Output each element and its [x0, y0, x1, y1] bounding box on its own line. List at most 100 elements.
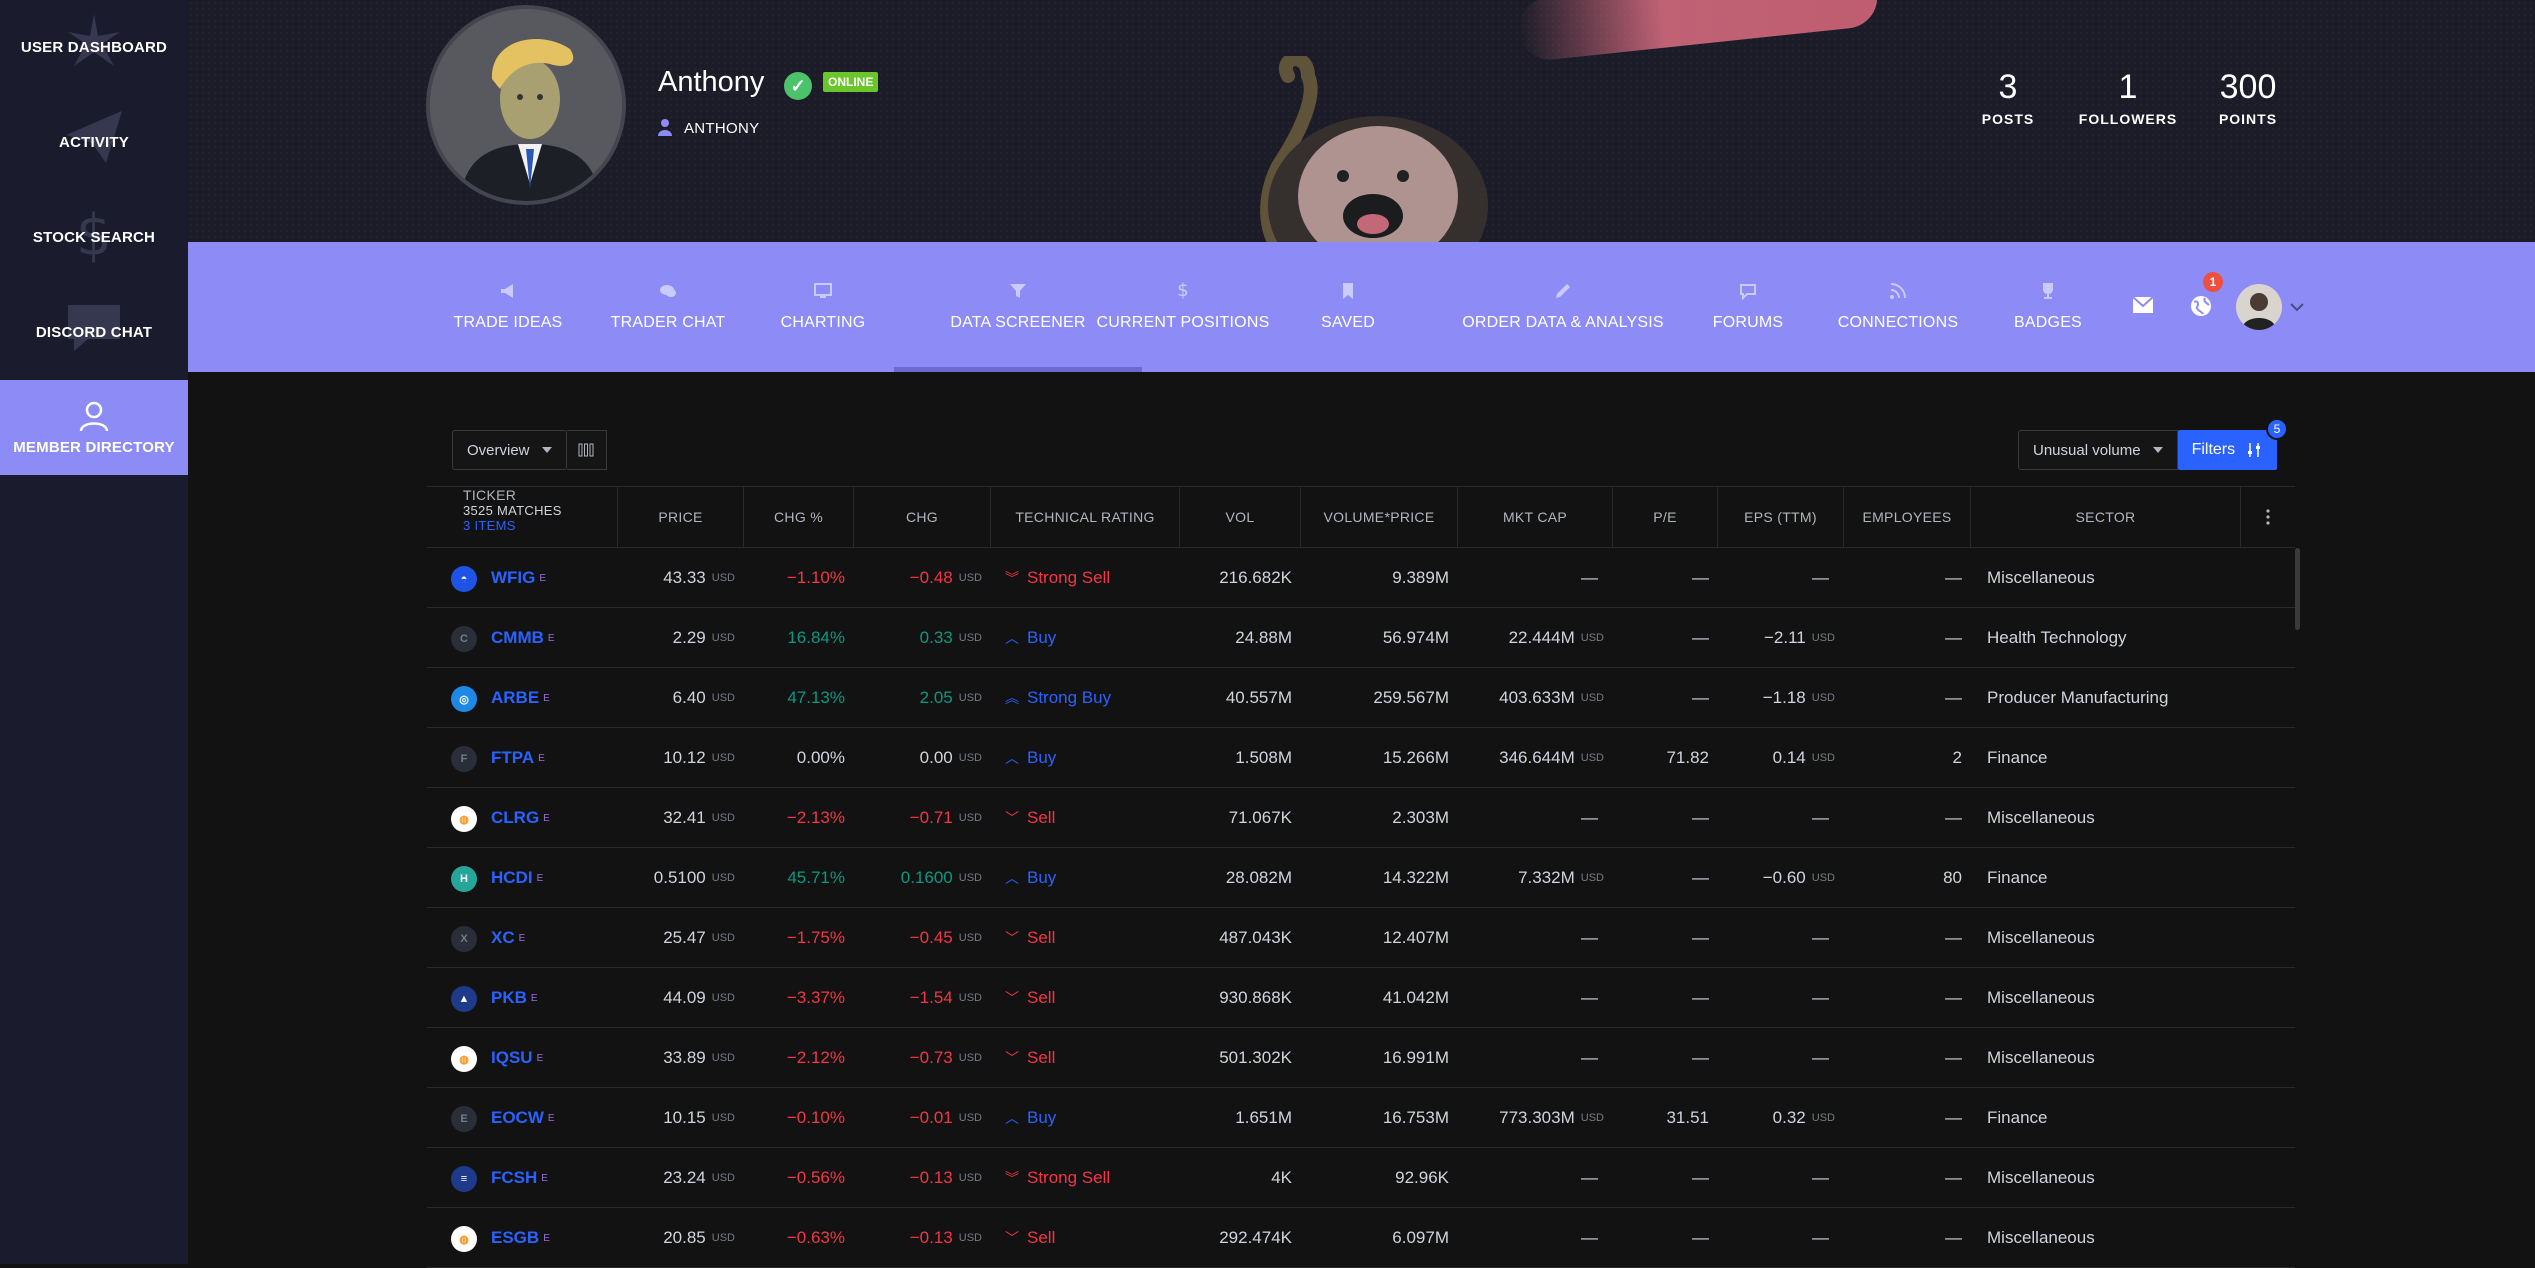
currency-unit: USD — [711, 1172, 735, 1184]
exchange-marker: E — [541, 1172, 548, 1184]
column-settings-button[interactable] — [2240, 487, 2295, 547]
stat-posts[interactable]: 3 POSTS — [1960, 68, 2056, 127]
column-header-price[interactable]: PRICE — [617, 487, 743, 547]
column-header-sector[interactable]: SECTOR — [1970, 487, 2240, 547]
tab-label: ORDER DATA & ANALYSIS — [1462, 314, 1664, 331]
globe-notifications-icon[interactable] — [2189, 294, 2213, 318]
technical-rating-cell[interactable]: ︾ Strong Sell — [1005, 548, 1175, 608]
table-row[interactable]: H HCDI E 0.5100 USD 45.71% 0.1600 USD ︿ Buy 28.082… — [427, 848, 2295, 908]
ticker-link[interactable]: IQSU E — [491, 1028, 543, 1088]
stat-label: FOLLOWERS — [2078, 111, 2178, 127]
tab-charting[interactable]: CHARTING — [768, 242, 878, 372]
items-count[interactable]: 3 ITEMS — [463, 518, 516, 533]
chg-value: −1.54 — [909, 988, 953, 1007]
table-row[interactable]: ◎ ARBE E 6.40 USD 47.13% 2.05 USD ︽ Strong Buy 40.… — [427, 668, 2295, 728]
technical-rating-cell[interactable]: ﹀ Sell — [1005, 1028, 1175, 1088]
price-value: 32.41 — [663, 808, 706, 827]
ticker-link[interactable]: FTPA E — [491, 728, 545, 788]
view-select[interactable]: Overview — [452, 430, 567, 470]
profile-avatar[interactable] — [426, 5, 626, 205]
tab-order-data-analysis[interactable]: ORDER DATA & ANALYSIS — [1438, 242, 1688, 372]
ticker-link[interactable]: FCSH E — [491, 1148, 548, 1208]
volume-price-cell: 2.303M — [1392, 808, 1449, 827]
ticker-link[interactable]: HCDI E — [491, 848, 543, 908]
employees-cell: — — [1945, 988, 1962, 1007]
table-row[interactable]: ◍ CLRG E 32.41 USD −2.13% −0.71 USD ﹀ Sell 71.067K… — [427, 788, 2295, 848]
table-row[interactable]: F FTPA E 10.12 USD 0.00% 0.00 USD ︿ Buy 1.508M 15.2… — [427, 728, 2295, 788]
column-header-eps[interactable]: EPS (TTM) — [1717, 487, 1843, 547]
preset-select[interactable]: Unusual volume — [2018, 430, 2178, 470]
vol-cell: 501.302K — [1219, 1048, 1292, 1067]
table-row[interactable]: ◍ IQSU E 33.89 USD −2.12% −0.73 USD ﹀ Sell 501.302… — [427, 1028, 2295, 1088]
technical-rating-cell[interactable]: ﹀ Sell — [1005, 908, 1175, 968]
ticker-link[interactable]: CMMB E — [491, 608, 555, 668]
tab-trade-ideas[interactable]: TRADE IDEAS — [448, 242, 568, 372]
column-header-employees[interactable]: EMPLOYEES — [1843, 487, 1970, 547]
column-header-volume-price[interactable]: VOLUME*PRICE — [1300, 487, 1457, 547]
column-header-technical-rating[interactable]: TECHNICAL RATING — [990, 487, 1179, 547]
technical-rating-cell[interactable]: ﹀ Sell — [1005, 1208, 1175, 1268]
filters-button[interactable]: Filters — [2177, 430, 2278, 470]
column-header-chg-pct[interactable]: CHG % — [743, 487, 853, 547]
technical-rating-cell[interactable]: ︿ Buy — [1005, 1088, 1175, 1148]
mkt-cap-cell: — — [1457, 1208, 1604, 1268]
sector-cell: Producer Manufacturing — [1987, 688, 2169, 707]
column-header-chg[interactable]: CHG — [853, 487, 990, 547]
tab-label: CHARTING — [780, 314, 866, 331]
tab-forums[interactable]: FORUMS — [1698, 242, 1798, 372]
technical-rating-cell[interactable]: ︿ Buy — [1005, 608, 1175, 668]
table-row[interactable]: E EOCW E 10.15 USD −0.10% −0.01 USD ︿ Buy 1.651M 16… — [427, 1088, 2295, 1148]
verified-check-icon: ✓ — [784, 72, 812, 100]
column-header-mkt-cap[interactable]: MKT CAP — [1457, 487, 1612, 547]
sidebar-item-stock-search[interactable]: $ STOCK SEARCH — [0, 190, 188, 285]
technical-rating-cell[interactable]: ﹀ Sell — [1005, 788, 1175, 848]
technical-rating-cell[interactable]: ︾ Strong Sell — [1005, 1148, 1175, 1208]
ticker-link[interactable]: XC E — [491, 908, 525, 968]
technical-rating-cell[interactable]: ︿ Buy — [1005, 728, 1175, 788]
tab-connections[interactable]: CONNECTIONS — [1828, 242, 1968, 372]
sidebar-item-discord-chat[interactable]: DISCORD CHAT — [0, 285, 188, 380]
stat-followers[interactable]: 1 FOLLOWERS — [2068, 68, 2188, 127]
tab-saved[interactable]: SAVED — [1298, 242, 1398, 372]
ticker-link[interactable]: PKB E — [491, 968, 538, 1028]
mail-icon[interactable] — [2132, 296, 2154, 314]
currency-unit: USD — [711, 572, 735, 584]
table-row[interactable]: ◍ ESGB E 20.85 USD −0.63% −0.13 USD ﹀ Sell 292.474… — [427, 1208, 2295, 1268]
account-avatar[interactable] — [2236, 284, 2282, 330]
sidebar-item-activity[interactable]: ACTIVITY — [0, 95, 188, 190]
company-logo: ◍ — [451, 1226, 477, 1252]
column-header-ticker[interactable]: TICKER 3525 MATCHES 3 ITEMS — [427, 487, 617, 547]
ticker-link[interactable]: CLRG E — [491, 788, 550, 848]
ticker-link[interactable]: WFIG E — [491, 548, 546, 608]
ticker-link[interactable]: ARBE E — [491, 668, 550, 728]
technical-rating-cell[interactable]: ︽ Strong Buy — [1005, 668, 1175, 728]
column-header-vol[interactable]: VOL — [1179, 487, 1300, 547]
table-scrollbar[interactable] — [2295, 548, 2300, 630]
table-row[interactable]: C CMMB E 2.29 USD 16.84% 0.33 USD ︿ Buy 24.88M 56.9… — [427, 608, 2295, 668]
eps-value: — — [1812, 988, 1829, 1007]
chevron-down-icon[interactable] — [2290, 302, 2304, 312]
table-row[interactable]: ◓ WFIG E 43.33 USD −1.10% −0.48 USD ︾ Strong Sell… — [427, 548, 2295, 608]
table-row[interactable]: ▲ PKB E 44.09 USD −3.37% −1.54 USD ﹀ Sell 930.868K… — [427, 968, 2295, 1028]
profile-name: Anthony — [658, 66, 765, 98]
sidebar-item-user-dashboard[interactable]: USER DASHBOARD — [0, 0, 188, 95]
tab-current-positions[interactable]: $ CURRENT POSITIONS — [1097, 242, 1270, 372]
ticker-link[interactable]: EOCW E — [491, 1088, 555, 1148]
table-row[interactable]: ≡ FCSH E 23.24 USD −0.56% −0.13 USD ︾ Strong Sell… — [427, 1148, 2295, 1208]
columns-button[interactable] — [566, 430, 607, 470]
table-row[interactable]: X XC E 25.47 USD −1.75% −0.45 USD ﹀ Sell 487.043K 1… — [427, 908, 2295, 968]
sidebar-item-member-directory[interactable]: MEMBER DIRECTORY — [0, 380, 188, 475]
ticker-link[interactable]: ESGB E — [491, 1208, 550, 1268]
exchange-marker: E — [539, 572, 547, 584]
volume-price-cell: 259.567M — [1373, 688, 1449, 707]
pe-cell: — — [1692, 568, 1709, 587]
currency-unit: USD — [711, 692, 735, 704]
tab-trader-chat[interactable]: TRADER CHAT — [608, 242, 728, 372]
chg-pct-cell: 47.13% — [787, 688, 845, 707]
chg-value: −0.01 — [909, 1108, 953, 1127]
tab-badges[interactable]: BADGES — [1998, 242, 2098, 372]
stat-points[interactable]: 300 POINTS — [2200, 68, 2296, 127]
technical-rating-cell[interactable]: ︿ Buy — [1005, 848, 1175, 908]
technical-rating-cell[interactable]: ﹀ Sell — [1005, 968, 1175, 1028]
column-header-pe[interactable]: P/E — [1612, 487, 1717, 547]
